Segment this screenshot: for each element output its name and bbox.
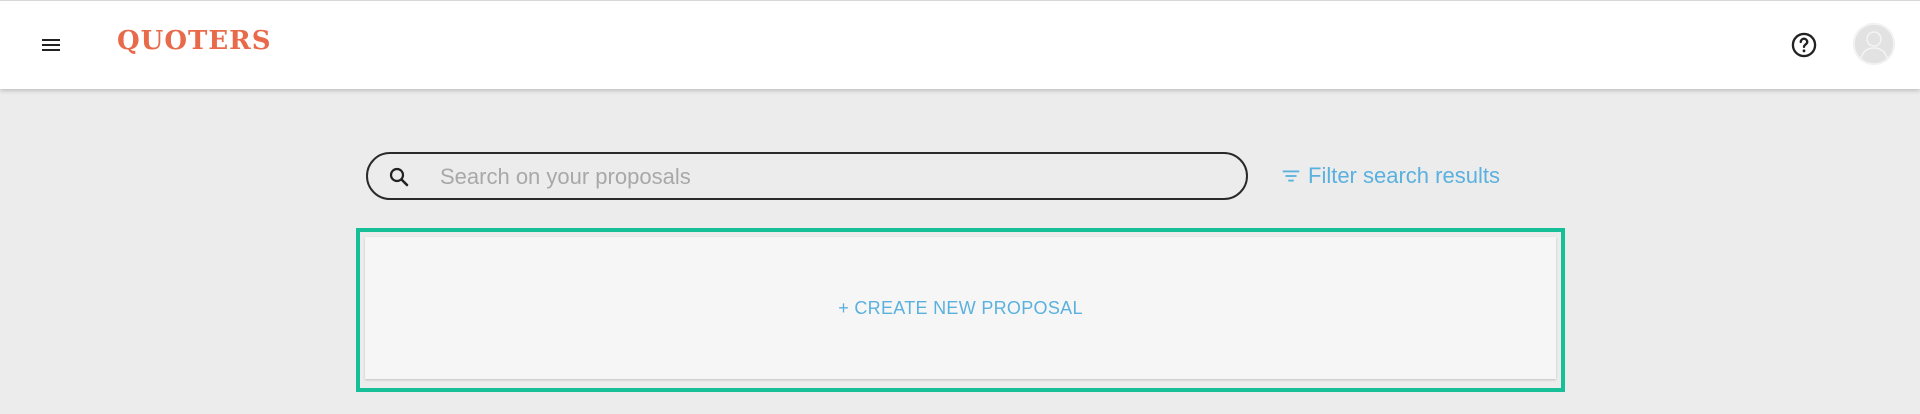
help-circle-icon [1791,32,1817,58]
user-avatar[interactable] [1853,23,1895,65]
menu-button[interactable] [33,29,69,61]
filter-search-results-link[interactable]: Filter search results [1280,162,1500,190]
app-logo[interactable]: QUOTERS [117,28,272,54]
filter-label: Filter search results [1308,163,1500,188]
user-avatar-icon [1853,23,1895,65]
search-icon [389,167,409,187]
create-new-proposal-label: + CREATE NEW PROPOSAL [838,297,1083,318]
help-button[interactable] [1788,29,1820,61]
hamburger-menu-icon [42,39,60,51]
top-app-bar: QUOTERS [0,0,1920,89]
search-field[interactable] [366,152,1248,200]
create-new-proposal-button[interactable]: + CREATE NEW PROPOSAL [365,237,1556,379]
filter-icon [1282,170,1300,182]
create-proposal-card: + CREATE NEW PROPOSAL [356,228,1565,392]
search-input[interactable] [438,160,1222,194]
